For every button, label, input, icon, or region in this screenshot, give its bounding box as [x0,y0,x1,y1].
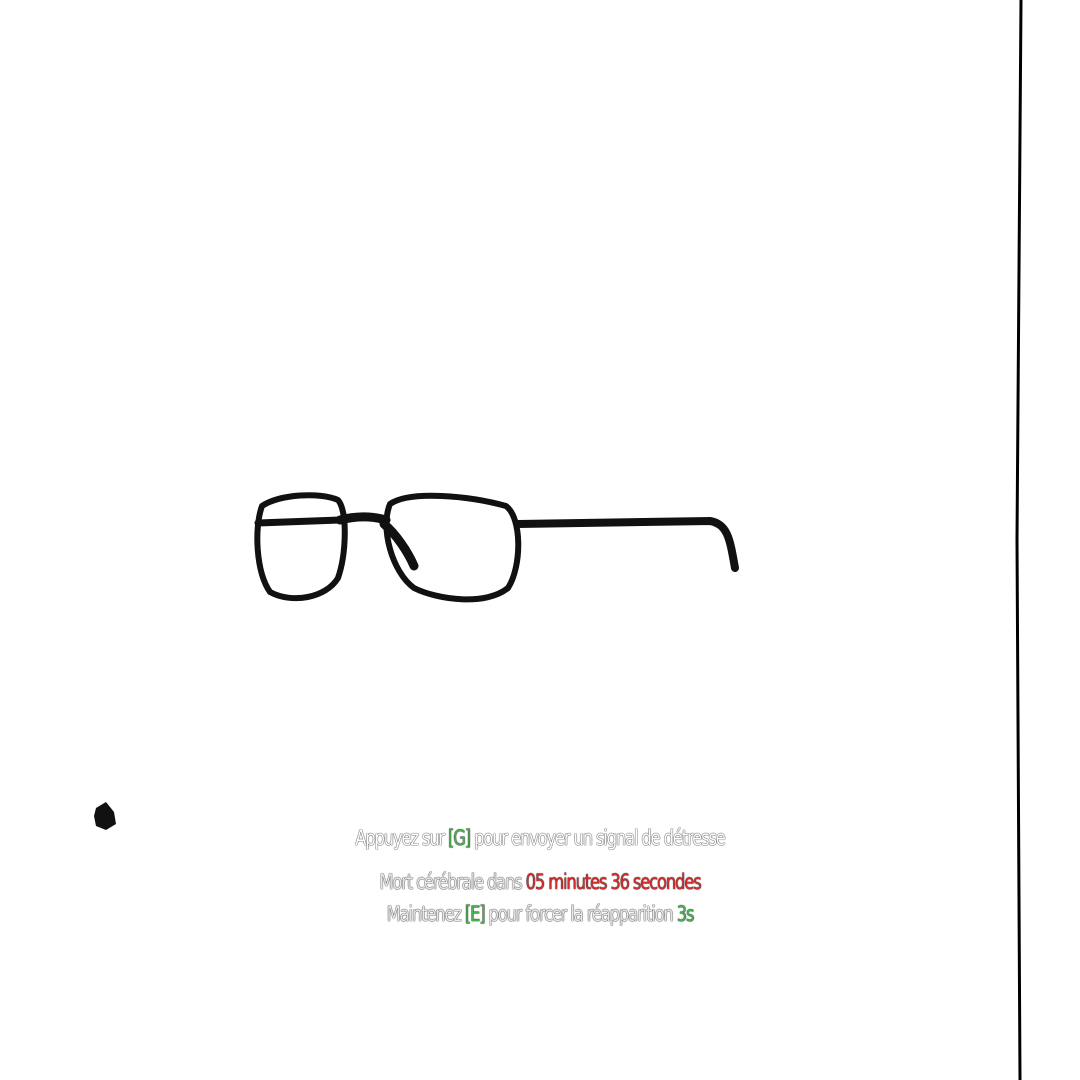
blob-object [94,802,116,830]
distress-key: [G] [448,826,471,850]
top-bar [254,516,344,527]
death-countdown: 05 minutes 36 secondes [525,870,702,894]
death-prefix: Mort cérébrale dans [379,870,522,894]
distress-prefix: Appuyez sur [355,826,445,850]
bridge [335,512,391,525]
temple-arm [514,517,739,572]
distress-prompt: Appuyez sur [G] pour envoyer un signal d… [119,828,961,849]
respawn-prompt: Maintenez [E] pour forcer la réapparitio… [119,904,961,925]
respawn-key: [E] [464,902,486,926]
left-lens [254,492,348,602]
distress-suffix: pour envoyer un signal de détresse [474,826,726,850]
eyeglasses-icon [254,492,739,603]
respawn-countdown: 3s [676,902,695,926]
respawn-suffix: pour forcer la réapparition [488,902,674,926]
brain-death-timer: Mort cérébrale dans 05 minutes 36 second… [119,872,961,893]
scene-edge-line [1015,0,1023,1080]
respawn-prefix: Maintenez [386,902,462,926]
